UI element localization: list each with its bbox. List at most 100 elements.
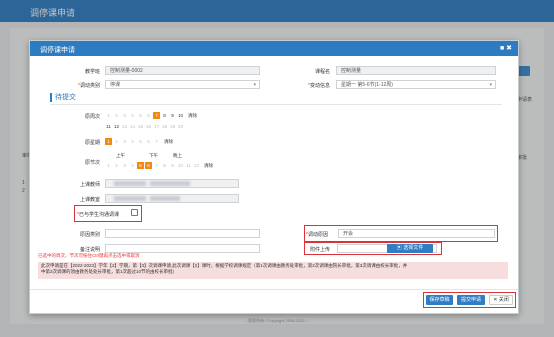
- period-cell-selected[interactable]: 5: [137, 162, 144, 169]
- week-cell[interactable]: 17: [153, 123, 160, 130]
- original-period-row: 1 2 3 4 5 6 7 8 9 10 11 12 清除: [105, 162, 213, 169]
- week-cell[interactable]: 14: [129, 123, 136, 130]
- original-week-row1: 1 2 3 4 5 6 7 8 9 10 清除: [105, 112, 197, 119]
- change-info-select[interactable]: 星期一 第5-6节(1-12周) ▾: [336, 80, 496, 89]
- communicated-label-text: 已与学生沟通调课: [78, 212, 119, 218]
- teaching-class-field: 控制测量-0002: [105, 66, 260, 75]
- course-name-field: 控制测量: [336, 66, 496, 75]
- period-group-afternoon: 下午: [149, 153, 158, 158]
- redacted-value: [150, 196, 180, 202]
- dialog-window-controls[interactable]: ■ ✖: [500, 44, 512, 52]
- period-group-morning: 上午: [116, 153, 125, 158]
- original-week-row2: 11 12 13 14 15 16 17 18 19 20: [105, 123, 185, 130]
- redacted-value: [150, 181, 190, 187]
- classroom-field: [105, 194, 239, 203]
- week-clear-link[interactable]: 清除: [188, 113, 197, 119]
- week-cell[interactable]: 18: [161, 123, 168, 130]
- period-cell[interactable]: 10: [177, 162, 184, 169]
- reason-label: *调动原因: [306, 232, 328, 238]
- adjust-type-select[interactable]: 停课 ▾: [105, 80, 260, 89]
- week-cell[interactable]: 3: [121, 112, 128, 119]
- teacher-label: 上课教师: [79, 182, 100, 188]
- change-info-value: 星期一 第5-6节(1-12周): [341, 82, 393, 88]
- remark-input[interactable]: [105, 244, 260, 253]
- chevron-down-icon: ▾: [489, 82, 492, 88]
- teaching-class-label: 教学班: [84, 69, 100, 75]
- week-cell[interactable]: 20: [177, 123, 184, 130]
- period-cell[interactable]: 3: [121, 162, 128, 169]
- dialog-title: 调停课申请: [40, 47, 75, 54]
- day-cell[interactable]: 4: [129, 138, 136, 145]
- week-cell[interactable]: 19: [169, 123, 176, 130]
- teacher-field: [105, 179, 239, 188]
- week-cell[interactable]: 10: [177, 112, 184, 119]
- week-cell[interactable]: 12: [113, 123, 120, 130]
- period-cell[interactable]: 8: [161, 162, 168, 169]
- reason-label-text: 调动原因: [307, 232, 328, 238]
- week-cell[interactable]: 8: [161, 112, 168, 119]
- redacted-value: [114, 196, 146, 202]
- submit-button[interactable]: 提交申请: [457, 295, 485, 305]
- original-period-label: 原节次: [84, 160, 100, 166]
- week-cell[interactable]: 6: [145, 112, 152, 119]
- selection-hint: 已选中的周次、节次可按住Ctrl键再点击选中或取消: [38, 253, 140, 258]
- period-cell[interactable]: 2: [113, 162, 120, 169]
- save-draft-button[interactable]: 保存草稿: [426, 295, 453, 305]
- week-cell[interactable]: 13: [121, 123, 128, 130]
- course-name-label: 课程名: [314, 69, 330, 75]
- adjust-class-dialog: 调停课申请 ■ ✖ 教学班 控制测量-0002 课程名 控制测量 *调动类别 停…: [29, 40, 519, 314]
- reason-input[interactable]: 开会: [338, 229, 495, 238]
- day-cell-selected[interactable]: 1: [105, 138, 112, 145]
- communicated-label: *已与学生沟通调课: [77, 212, 119, 218]
- period-cell[interactable]: 7: [153, 162, 160, 169]
- remark-label: 备注说明: [79, 247, 100, 253]
- classroom-label: 上课教室: [79, 197, 100, 203]
- week-cell-selected[interactable]: 7: [153, 112, 160, 119]
- reason-type-label: 原因类别: [79, 232, 100, 238]
- adjust-type-label: *调动类别: [78, 83, 100, 89]
- adjust-type-label-text: 调动类别: [79, 83, 100, 89]
- period-cell[interactable]: 12: [193, 162, 200, 169]
- period-cell[interactable]: 11: [185, 162, 192, 169]
- dialog-footer-divider: [30, 289, 518, 290]
- period-cell[interactable]: 4: [129, 162, 136, 169]
- folder-icon: ▣: [396, 245, 402, 251]
- reason-type-field[interactable]: [105, 229, 260, 238]
- change-info-label: *变动信息: [308, 83, 330, 89]
- chevron-down-icon: ▾: [253, 82, 256, 88]
- period-cell-selected[interactable]: 6: [145, 162, 152, 169]
- change-info-label-text: 变动信息: [309, 83, 330, 89]
- day-cell[interactable]: 5: [137, 138, 144, 145]
- day-cell[interactable]: 3: [121, 138, 128, 145]
- choose-file-button[interactable]: ▣ 选择文件: [387, 244, 433, 253]
- period-cell[interactable]: 9: [169, 162, 176, 169]
- week-cell[interactable]: 2: [113, 112, 120, 119]
- original-week-label: 原周次: [84, 114, 100, 120]
- original-day-label: 原星期: [84, 140, 100, 146]
- week-cell[interactable]: 4: [129, 112, 136, 119]
- week-cell[interactable]: 5: [137, 112, 144, 119]
- day-cell[interactable]: 7: [153, 138, 160, 145]
- section-title: 待提交: [50, 93, 76, 102]
- day-cell[interactable]: 2: [113, 138, 120, 145]
- week-cell[interactable]: 11: [105, 123, 112, 130]
- attachment-label: 附件上传: [310, 247, 331, 253]
- section-divider: [50, 104, 502, 105]
- period-cell[interactable]: 1: [105, 162, 112, 169]
- redacted-value: [114, 181, 146, 187]
- original-day-row: 1 2 3 4 5 6 7 清除: [105, 138, 173, 145]
- choose-file-label: 选择文件: [403, 245, 424, 251]
- communicated-checkbox[interactable]: [131, 209, 138, 216]
- policy-line-2: 中第3次调课的须由教务处处长审批，第1次超过10节的由校长审批）: [41, 269, 178, 274]
- week-cell[interactable]: 1: [105, 112, 112, 119]
- week-cell[interactable]: 15: [137, 123, 144, 130]
- period-group-evening: 晚上: [173, 153, 182, 158]
- close-button[interactable]: ✕ 关闭: [489, 295, 513, 305]
- day-clear-link[interactable]: 清除: [164, 139, 173, 145]
- week-cell[interactable]: 16: [145, 123, 152, 130]
- day-cell[interactable]: 6: [145, 138, 152, 145]
- dialog-header: 调停课申请 ■ ✖: [30, 41, 518, 56]
- adjust-policy-info: 此次申请是在【2022-2023】学年【2】学期，第【3】次调课申请,此次调课【…: [38, 262, 508, 279]
- period-clear-link[interactable]: 清除: [204, 163, 213, 169]
- week-cell[interactable]: 9: [169, 112, 176, 119]
